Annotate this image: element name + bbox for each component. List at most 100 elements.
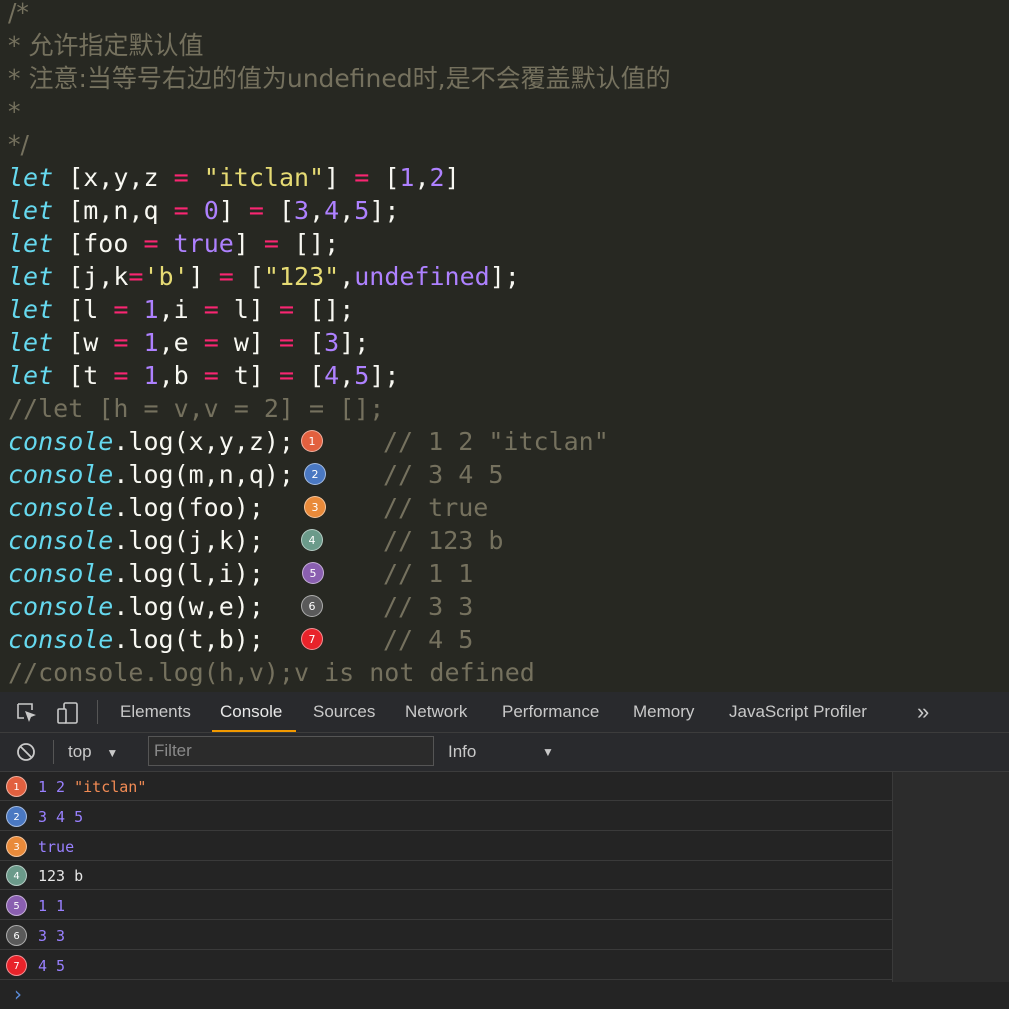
code-token: ] [218,196,249,225]
code-token: [w [53,328,114,357]
log-level-selector[interactable]: Info ▼ [448,733,558,771]
code-let-line: let [m,n,q = 0] = [3,4,5]; [8,194,399,227]
code-token: 4 [324,361,340,390]
console-log-row[interactable]: 2 3 4 5 [0,802,892,831]
clear-console-icon[interactable] [16,742,36,762]
console-sidebar [892,772,1009,982]
log-marker-badge: 5 [6,895,27,917]
log-message: 1 1 [38,896,65,916]
more-tabs-icon[interactable]: » [917,692,929,732]
code-token: 1 [399,163,415,192]
console-call: .log(t,b); [113,625,264,654]
code-token: , [339,196,355,225]
code-token: []; [294,295,355,324]
code-token: = [128,262,144,291]
code-comment-line: /* [8,0,29,29]
code-console-line: console.log(t,b); [8,623,264,656]
tab-sources[interactable]: Sources [313,692,375,732]
log-message: 3 3 [38,926,65,946]
console-call: .log(foo); [113,493,264,522]
code-console-line: console.log(foo); [8,491,264,524]
tab-console[interactable]: Console [211,692,297,732]
breakpoint-marker-badge: 6 [301,595,323,617]
tab-javascript-profiler[interactable]: JavaScript Profiler [729,692,867,732]
code-let-line: let [t = 1,b = t] = [4,5]; [8,359,399,392]
code-token: let [8,361,54,390]
filter-input[interactable] [148,736,434,766]
console-log-row[interactable]: 6 3 3 [0,921,892,950]
code-token: ] [324,163,355,192]
log-value: 1 1 [38,897,66,916]
code-token: 3 [294,196,310,225]
code-token: ]; [489,262,520,291]
code-let-line: let [foo = true] = []; [8,227,339,260]
tab-elements[interactable]: Elements [120,692,191,732]
inspect-element-icon[interactable] [16,702,38,724]
log-marker-badge: 2 [6,805,27,827]
code-console-line: console.log(j,k); [8,524,264,557]
console-log-row[interactable]: 1 1 2 "itclan" [0,772,892,801]
console-log-row[interactable]: 4 123 b [0,861,892,891]
code-console-line: console.log(w,e); [8,590,264,623]
breakpoint-marker-badge: 4 [301,529,323,551]
code-token: 1 [143,328,159,357]
console-prompt[interactable]: › [14,982,22,1006]
code-token: = [113,295,129,324]
console-log-row[interactable]: 3 true [0,832,892,861]
code-token: ,i [158,295,204,324]
tab-memory[interactable]: Memory [633,692,694,732]
code-let-line: let [w = 1,e = w] = [3]; [8,326,369,359]
breakpoint-marker-badge: 2 [304,463,326,485]
log-marker-badge: 6 [6,925,27,946]
code-token: ,e [158,328,204,357]
code-comment-line: * 注意:当等号右边的值为undefined时,是不会覆盖默认值的 [8,62,671,95]
log-message: 123 b [38,866,83,886]
console-call: .log(m,n,q); [113,460,294,489]
console-toolbar: top ▼ Info ▼ [0,733,1009,772]
expected-output-comment: // true [383,493,489,522]
comment-text: * 注意:当等号右边的值为undefined时,是不会覆盖默认值的 [8,64,671,93]
log-value: "itclan" [74,778,147,796]
code-token: 3 [324,328,340,357]
code-token: = [203,328,219,357]
log-marker-badge: 1 [6,776,27,797]
comment-text: * [8,97,21,126]
code-comment-line: */ [8,128,29,161]
comment-text: * 允许指定默认值 [8,31,204,60]
code-token: ]; [339,328,370,357]
code-token: [t [53,361,114,390]
console-log-row[interactable]: 7 4 5 [0,951,892,980]
expected-output-comment: // 3 4 5 [383,460,504,489]
console-call: .log(x,y,z); [113,427,294,456]
console-log-row[interactable]: 5 1 1 [0,891,892,921]
expected-output-comment: // 1 1 [383,559,474,588]
code-token: [ [369,163,400,192]
device-toolbar-icon[interactable] [56,701,80,725]
code-token: w] [218,328,279,357]
code-token: ]; [369,361,400,390]
code-editor[interactable]: /* * 允许指定默认值 * 注意:当等号右边的值为undefined时,是不会覆盖… [0,0,1009,692]
log-marker-badge: 4 [6,865,27,887]
code-token: ] [444,163,460,192]
code-token: [m,n,q [53,196,174,225]
log-value: 3 3 [38,927,66,945]
code-token: 1 [143,295,159,324]
log-value: 4 5 [38,956,66,975]
code-token: , [309,196,325,225]
breakpoint-marker-badge: 5 [302,562,324,584]
code-token: []; [278,229,340,258]
code-token: let [8,295,54,324]
comment-text: /* [8,0,29,27]
tab-network[interactable]: Network [405,692,467,732]
tab-performance[interactable]: Performance [502,692,599,732]
log-marker-badge: 7 [6,954,27,976]
console-call: .log(j,k); [113,526,264,555]
console-output: 11 2 "itclan" 2 3 4 5 3 true 4 123 b51 163 374… [0,772,892,1009]
context-selector[interactable]: top ▼ [68,733,118,771]
code-token: let [8,163,54,192]
code-token: [x,y,z [53,163,174,192]
